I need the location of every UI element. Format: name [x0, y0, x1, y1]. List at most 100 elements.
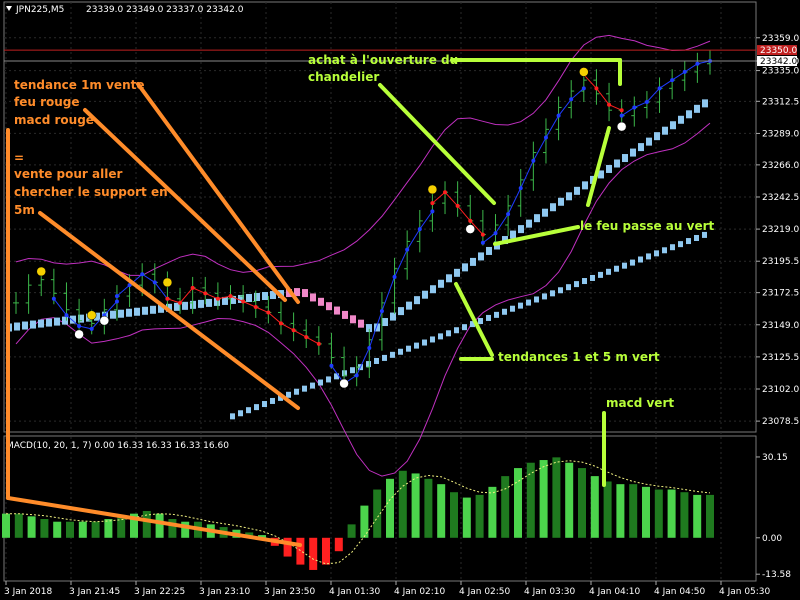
time-tick-label: 4 Jan 04:10 — [589, 587, 641, 597]
trend-1m-mark — [470, 257, 476, 266]
trend-5m-mark — [462, 324, 467, 331]
trend-1m-mark — [142, 306, 148, 315]
macd-bar — [654, 489, 663, 538]
macd-bar — [155, 513, 164, 538]
trend-1m-mark — [550, 203, 556, 212]
trend-5m-mark — [422, 339, 427, 346]
trend-5m-mark — [374, 357, 379, 364]
trading-chart[interactable]: 23359.0 23342.023335.0 23312.5 23289.0 23266… — [0, 0, 800, 600]
trend-1m-mark — [670, 121, 676, 130]
macd-bar — [398, 470, 407, 538]
macd-tick-label: -13.58 — [762, 570, 791, 580]
trend-1m-mark — [22, 321, 28, 330]
macd-bar — [552, 457, 561, 538]
trend-5m-mark — [302, 385, 307, 392]
macd-bar — [91, 521, 100, 538]
time-tick-label: 3 Jan 23:50 — [264, 587, 316, 597]
signal-point — [316, 341, 321, 346]
annotation-sell-support-3: 5m — [14, 203, 35, 217]
price-tick-label: 23219.0 — [762, 225, 799, 235]
trend-5m-mark — [438, 333, 443, 340]
macd-bar — [488, 486, 497, 538]
macd-bar — [539, 460, 548, 538]
price-tick-label: 23242.5 — [762, 193, 799, 203]
trend-5m-mark — [582, 278, 587, 285]
trend-1m-mark — [14, 322, 20, 331]
trend-5m-mark — [614, 265, 619, 272]
trend-5m-mark — [662, 247, 667, 254]
trend-1m-mark — [30, 320, 36, 329]
trend-1m-mark — [382, 318, 388, 327]
time-tick-label: 4 Jan 02:10 — [394, 587, 446, 597]
trend-5m-mark — [262, 401, 267, 408]
time-tick-label: 4 Jan 03:30 — [524, 587, 576, 597]
trend-5m-mark — [686, 238, 691, 245]
trend-5m-mark — [454, 327, 459, 334]
trend-1m-mark — [350, 315, 356, 324]
price-tick-label: 23078.5 — [762, 417, 799, 427]
trend-1m-mark — [414, 296, 420, 305]
trend-5m-mark — [486, 314, 491, 321]
trend-1m-mark — [390, 312, 396, 321]
macd-bar — [450, 492, 458, 538]
trend-1m-mark — [310, 293, 316, 302]
macd-bar — [706, 494, 714, 538]
trend-5m-mark — [406, 345, 411, 352]
trend-1m-mark — [622, 154, 628, 163]
price-tick-label: 23289.0 — [762, 129, 799, 139]
macd-bar — [27, 516, 36, 538]
signal-dot — [427, 184, 438, 195]
annotation-sell-trend-3: macd rouge — [14, 113, 94, 127]
trend-1m-mark — [534, 214, 540, 223]
trend-1m-mark — [438, 279, 444, 288]
trend-5m-mark — [622, 262, 627, 269]
trend-1m-mark — [646, 137, 652, 146]
time-tick-label: 3 Jan 23:10 — [199, 587, 251, 597]
trend-5m-mark — [318, 379, 323, 386]
annotation-sell-support-1: vente pour aller — [14, 167, 122, 181]
trend-1m-mark — [630, 148, 636, 157]
trend-5m-mark — [326, 376, 331, 383]
trend-1m-mark — [446, 274, 452, 283]
trend-1m-mark — [678, 115, 684, 124]
macd-tick-label: 30.15 — [762, 453, 788, 463]
trend-1m-mark — [54, 317, 60, 326]
trend-1m-mark — [38, 319, 44, 328]
price-tick-label: 23149.0 — [762, 321, 799, 331]
macd-bar — [411, 473, 420, 538]
time-tick-label: 4 Jan 01:30 — [329, 587, 381, 597]
macd-bar — [462, 497, 471, 538]
macd-bar — [53, 521, 62, 538]
time-tick-label: 4 Jan 05:30 — [719, 587, 771, 597]
trend-1m-mark — [150, 305, 156, 314]
time-tick-label: 3 Jan 22:25 — [134, 587, 185, 597]
trend-5m-mark — [590, 274, 595, 281]
trend-5m-mark — [542, 293, 547, 300]
annotation-buy-open-2: chandelier — [308, 70, 379, 84]
macd-tick-label: 0.00 — [762, 534, 782, 544]
trend-1m-mark — [566, 192, 572, 201]
macd-bar — [514, 468, 522, 538]
trend-1m-mark — [574, 186, 580, 195]
trend-1m-mark — [254, 292, 260, 301]
trend-1m-mark — [246, 293, 252, 302]
macd-bar — [40, 519, 49, 538]
trend-5m-mark — [310, 382, 315, 389]
trend-1m-mark — [118, 309, 124, 318]
time-tick-label: 4 Jan 04:50 — [654, 587, 706, 597]
signal-dot — [99, 315, 110, 326]
macd-bar — [78, 521, 87, 538]
trend-5m-mark — [518, 302, 523, 309]
trend-1m-mark — [454, 268, 460, 277]
trend-5m-mark — [526, 299, 531, 306]
trend-1m-mark — [398, 307, 404, 316]
trend-5m-mark — [510, 305, 515, 312]
macd-bar — [437, 484, 446, 538]
trend-1m-mark — [198, 299, 204, 308]
trend-1m-mark — [486, 246, 492, 255]
trend-5m-mark — [646, 253, 651, 260]
trend-5m-mark — [606, 268, 611, 275]
trend-5m-mark — [414, 342, 419, 349]
trend-5m-mark — [294, 388, 299, 395]
trend-1m-mark — [694, 104, 700, 113]
